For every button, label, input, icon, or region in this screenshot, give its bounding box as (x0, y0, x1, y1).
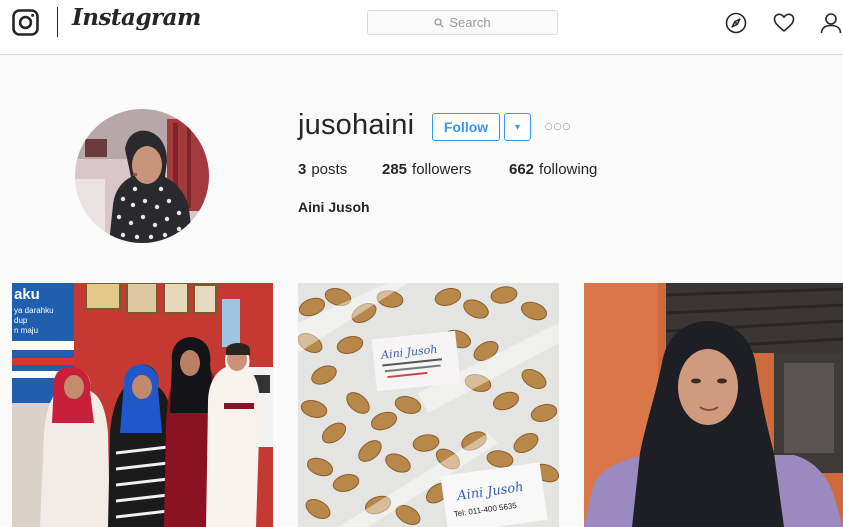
suggested-dropdown-button[interactable]: ▾ (504, 113, 531, 141)
profile-avatar[interactable] (75, 109, 209, 243)
sign-text-line-3: dup (14, 316, 28, 325)
following-count: 662 (509, 161, 535, 178)
post-thumbnail-2[interactable]: Aini Jusoh Aini Jusoh Tel: 011-400 5635 (298, 283, 559, 527)
post-image-group-photo: aku ya darahku dup n maju (12, 283, 273, 527)
more-options-button[interactable]: ○○○ (543, 117, 573, 137)
sign-text-line-4: n maju (14, 326, 38, 335)
profile-icon[interactable] (820, 12, 842, 34)
follow-button[interactable]: Follow (432, 113, 500, 141)
profile-stats: 3 posts 285 followers 662 following (298, 161, 597, 178)
profile-full-name: Aini Jusoh (298, 199, 370, 215)
avatar-photo (75, 109, 209, 243)
post-thumbnail-3[interactable] (584, 283, 843, 527)
posts-label: posts (311, 161, 348, 178)
instagram-glyph-icon[interactable] (12, 9, 39, 36)
followers-count: 285 (382, 161, 408, 178)
posts-count: 3 (298, 161, 307, 178)
profile-username: jusohaini (298, 109, 415, 141)
post-image-pastries: Aini Jusoh Aini Jusoh Tel: 011-400 5635 (298, 283, 559, 527)
sign-text-line-1: aku (14, 286, 40, 303)
instagram-wordmark[interactable]: Instagram (72, 4, 201, 31)
post-image-portrait (584, 283, 843, 527)
search-icon (434, 17, 445, 28)
search-placeholder: Search (449, 15, 491, 30)
top-nav: Instagram Search (0, 0, 843, 55)
post-thumbnail-1[interactable]: aku ya darahku dup n maju (12, 283, 273, 527)
following-label: following (539, 161, 598, 178)
posts-stat: 3 posts (298, 161, 382, 178)
heart-icon[interactable] (773, 12, 795, 34)
followers-stat[interactable]: 285 followers (382, 161, 509, 178)
following-stat[interactable]: 662 following (509, 161, 597, 178)
compass-icon[interactable] (725, 12, 747, 34)
search-input[interactable]: Search (367, 10, 558, 35)
nav-divider (57, 7, 58, 37)
followers-label: followers (412, 161, 472, 178)
sign-text-line-2: ya darahku (14, 306, 54, 315)
